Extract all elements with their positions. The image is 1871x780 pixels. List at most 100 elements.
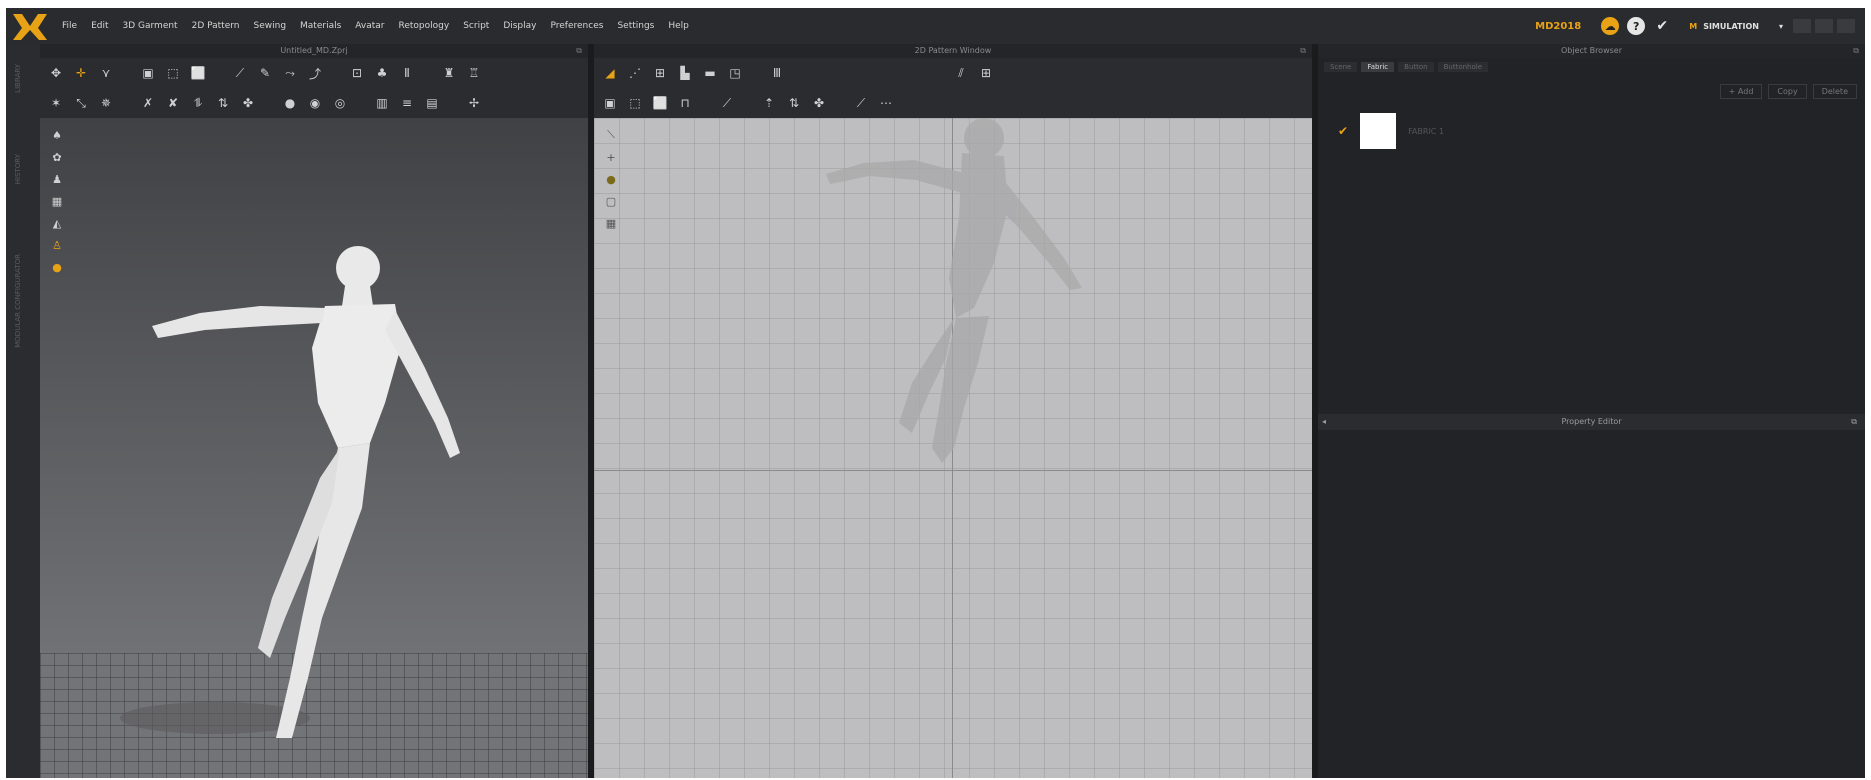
- rectangle-icon[interactable]: ⬜: [190, 66, 206, 80]
- select-button-icon[interactable]: ◎: [332, 96, 348, 110]
- polygon-icon[interactable]: ⬚: [165, 66, 181, 80]
- pattern-icon[interactable]: ✤: [240, 96, 256, 110]
- show-texture-icon[interactable]: ▦: [604, 216, 618, 230]
- object-browser-actions: + Add Copy Delete: [1318, 76, 1865, 107]
- menu-display[interactable]: Display: [503, 21, 536, 31]
- menu-preferences[interactable]: Preferences: [551, 21, 604, 31]
- skirt-icon[interactable]: ♖: [466, 66, 482, 80]
- line-icon[interactable]: ⟋: [232, 66, 248, 80]
- button-icon[interactable]: ●: [282, 96, 298, 110]
- grading-icon[interactable]: Ⅲ: [769, 66, 785, 80]
- stitch-icon[interactable]: ⇅: [215, 96, 231, 110]
- segment-icon[interactable]: ▣: [140, 66, 156, 80]
- internal-line-icon[interactable]: ⟋: [719, 96, 735, 110]
- undock-icon[interactable]: ⧉: [1300, 44, 1306, 58]
- brush-icon[interactable]: ✎: [257, 66, 273, 80]
- 3d-viewport[interactable]: ♠ ✿ ♟ ▦ ◭ ♙ ●: [40, 118, 588, 778]
- edit-point-icon[interactable]: ⋰: [627, 66, 643, 80]
- undock-icon[interactable]: ⧉: [1853, 44, 1859, 58]
- tab-fabric[interactable]: Fabric: [1361, 62, 1395, 72]
- seam-icon[interactable]: ⊓: [677, 96, 693, 110]
- fold-icon[interactable]: ⋎: [98, 66, 114, 80]
- free-sew-2d-icon[interactable]: ⬚: [627, 96, 643, 110]
- fabric-list-item[interactable]: ✔ FABRIC 1: [1318, 107, 1865, 155]
- menu-help[interactable]: Help: [668, 21, 689, 31]
- free-sew-icon[interactable]: ⤴: [307, 66, 323, 81]
- menu-edit[interactable]: Edit: [91, 21, 108, 31]
- pattern-view-icon[interactable]: ⟍: [604, 128, 618, 142]
- menu-sewing[interactable]: Sewing: [254, 21, 287, 31]
- texture-icon[interactable]: ▦: [50, 194, 64, 208]
- menu-materials[interactable]: Materials: [300, 21, 341, 31]
- grid-icon[interactable]: ⊞: [978, 66, 994, 80]
- strip-label-3: MODULAR CONFIGURATOR: [14, 254, 22, 348]
- buttonhole-icon[interactable]: ◉: [307, 96, 323, 110]
- fabric-render-icon[interactable]: ●: [50, 260, 64, 274]
- close-button[interactable]: [1837, 19, 1855, 33]
- checkmark-icon[interactable]: ✔: [1653, 17, 1671, 35]
- avatar-color-icon[interactable]: ♙: [50, 238, 64, 252]
- add-icon[interactable]: +: [604, 150, 618, 164]
- collapse-icon[interactable]: ◂: [1322, 414, 1326, 430]
- menu-3d-garment[interactable]: 3D Garment: [123, 21, 178, 31]
- help-icon[interactable]: ?: [1627, 17, 1646, 35]
- cloud-icon[interactable]: ☁: [1601, 17, 1620, 35]
- minimize-button[interactable]: [1793, 19, 1811, 33]
- sew-icon[interactable]: ⤳: [282, 66, 298, 80]
- zipper-2d-icon[interactable]: ⇅: [786, 96, 802, 110]
- add-fabric-button[interactable]: + Add: [1719, 84, 1763, 99]
- avatar-pose-icon[interactable]: ✶: [48, 96, 64, 110]
- dart-icon[interactable]: ⟋: [853, 96, 869, 110]
- circle-pattern-icon[interactable]: ◳: [727, 66, 743, 80]
- menu-avatar[interactable]: Avatar: [355, 21, 384, 31]
- delete-fabric-button[interactable]: Delete: [1812, 84, 1857, 99]
- rectangle-pattern-icon[interactable]: ▬: [702, 66, 718, 80]
- undock-icon[interactable]: ⧉: [1851, 414, 1857, 430]
- stitch-2d-icon[interactable]: ✤: [811, 96, 827, 110]
- menu-retopology[interactable]: Retopology: [399, 21, 450, 31]
- restore-button[interactable]: [1815, 19, 1833, 33]
- 2d-viewport[interactable]: ⟍ + ● ▢ ▦: [594, 118, 1312, 778]
- tab-button[interactable]: Button: [1398, 62, 1434, 72]
- skin-icon[interactable]: ◭: [50, 216, 64, 230]
- dashes-icon[interactable]: ⋯: [878, 96, 894, 110]
- segment-sew-icon[interactable]: ▣: [602, 96, 618, 110]
- topstitch-icon[interactable]: ≡: [399, 96, 415, 110]
- sewing-view-icon[interactable]: ▢: [604, 194, 618, 208]
- arrange-icon[interactable]: ✗: [140, 96, 156, 110]
- menu-script[interactable]: Script: [463, 21, 489, 31]
- rect-sew-icon[interactable]: ⬜: [652, 96, 668, 110]
- tab-buttonhole[interactable]: Buttonhole: [1437, 62, 1489, 72]
- copy-fabric-button[interactable]: Copy: [1768, 84, 1807, 99]
- graphic-icon[interactable]: ▤: [424, 96, 440, 110]
- garment-icon[interactable]: ♣: [374, 66, 390, 80]
- shirt-icon[interactable]: ♜: [441, 66, 457, 80]
- move-icon[interactable]: ✢: [466, 96, 482, 110]
- checkmark-icon: ✔: [1338, 124, 1349, 138]
- simulation-mode-selector[interactable]: M SIMULATION ▾: [1689, 22, 1783, 31]
- measure-icon[interactable]: ⤡: [73, 96, 89, 110]
- menu-2d-pattern[interactable]: 2D Pattern: [192, 21, 240, 31]
- transform-pattern-icon[interactable]: ◢: [602, 66, 618, 80]
- menu-settings[interactable]: Settings: [617, 21, 654, 31]
- undock-icon[interactable]: ⧉: [576, 44, 582, 58]
- tab-scene[interactable]: Scene: [1324, 62, 1358, 72]
- zip-icon[interactable]: ⥮: [190, 96, 206, 110]
- menu-file[interactable]: File: [62, 21, 77, 31]
- fabric-icon[interactable]: ▥: [374, 96, 390, 110]
- render-style-icon[interactable]: ✿: [50, 150, 64, 164]
- polygon-pattern-icon[interactable]: ▙: [677, 66, 693, 80]
- pants-icon[interactable]: Ⅱ: [399, 66, 415, 80]
- show-avatar-icon[interactable]: ♟: [50, 172, 64, 186]
- edit-curve-icon[interactable]: ⊞: [652, 66, 668, 80]
- tack-icon[interactable]: ✵: [98, 96, 114, 110]
- fabric-swatch[interactable]: [1360, 113, 1397, 149]
- avatar-2d-icon[interactable]: ●: [604, 172, 618, 186]
- pleat-icon[interactable]: ⫽: [953, 66, 969, 80]
- fold-2d-icon[interactable]: ⇡: [761, 96, 777, 110]
- select-icon[interactable]: ✥: [48, 66, 64, 80]
- transform-icon[interactable]: ✛: [73, 66, 89, 80]
- pin-icon[interactable]: ⊡: [349, 66, 365, 80]
- cut-icon[interactable]: ✘: [165, 96, 181, 110]
- show-garment-icon[interactable]: ♠: [50, 128, 64, 142]
